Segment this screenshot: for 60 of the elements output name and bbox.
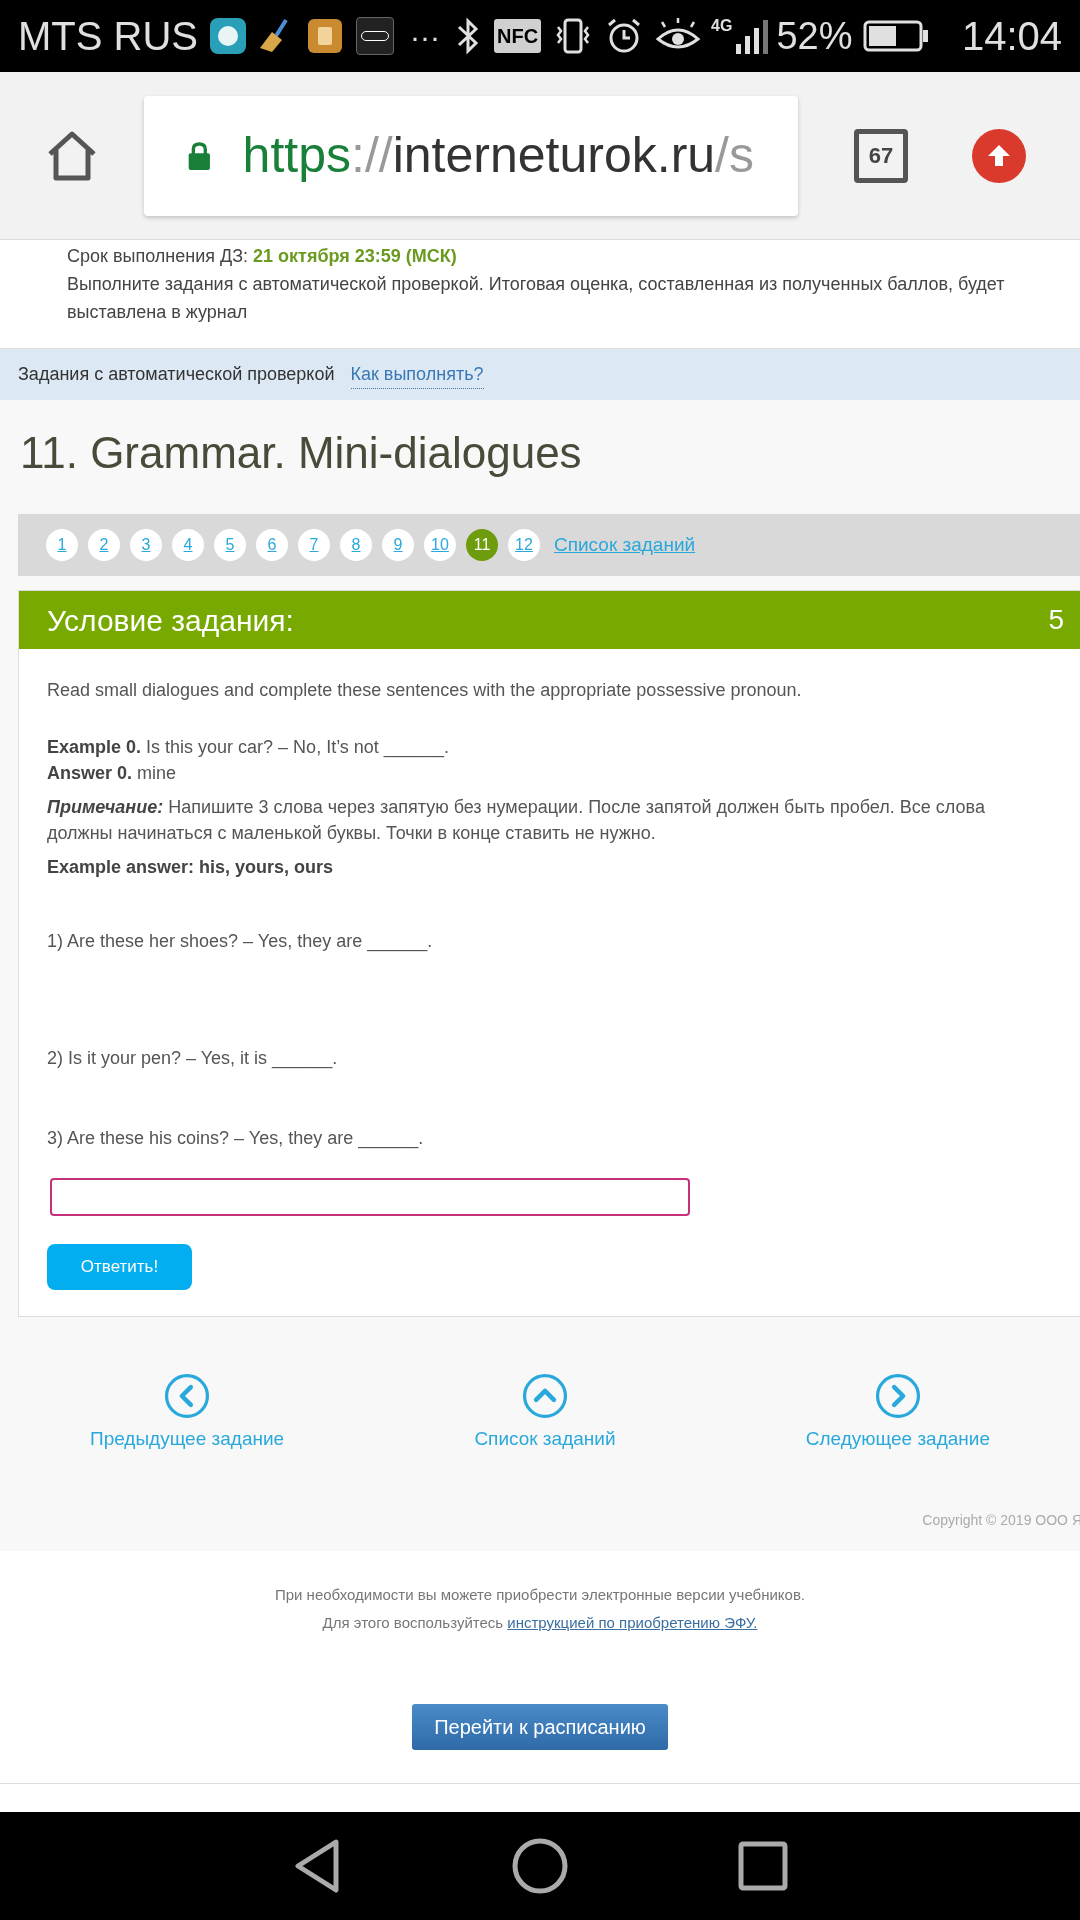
question-text: 3) Are these his coins? – Yes, they are ______. [47,1127,425,1151]
moon-app-icon [210,18,246,54]
home-circle-icon[interactable] [512,1838,568,1894]
footer-text: При необходимости вы можете приобрести электронные версии учебников. [274,1584,806,1605]
task-score: 5 [1048,603,1064,637]
deadline-text: Срок выполнения ДЗ: 21 октября 23:59 (МСК) [67,245,458,268]
page-number[interactable]: 8 [340,529,372,561]
battery-percent: 52% [776,13,853,59]
page-number[interactable]: 7 [298,529,330,561]
how-to-link[interactable]: Как выполнять? [350,360,484,389]
task-text: Example answer: his, yours, ours [47,856,335,879]
recents-icon[interactable] [738,1841,788,1891]
task-title: 11. Grammar. Mini-dialogues [19,427,583,479]
task-text: Answer 0. mine [47,762,178,785]
page-number[interactable]: 4 [172,529,204,561]
nfc-indicator: NFC [494,19,542,53]
chevron-right-circle-icon [874,1373,921,1419]
battery-icon [862,19,929,53]
clock: 14:04 [961,13,1062,60]
page-number[interactable]: 2 [88,529,120,561]
nav-link[interactable]: Список заданий [474,1373,616,1454]
network-type: 4G [711,18,733,34]
url-text: https://interneturok.ru/s [242,126,754,185]
carrier-name: MTS RUS [18,13,198,60]
bluetooth-icon [456,17,480,55]
task-header-title: Условие задания: [47,602,294,639]
app-icon [356,17,394,55]
update-icon[interactable] [972,128,1026,183]
task-text: Read small dialogues and complete these sentences with the appropriate possessive pronoun. [47,679,803,702]
page-number[interactable]: 9 [382,529,414,561]
task-list-link[interactable]: Список заданий [554,530,696,560]
more-notifications: ··· [410,18,440,55]
page-number[interactable]: 3 [130,529,162,561]
submit-button[interactable]: Ответить! [47,1244,192,1290]
section-label: Задания с автоматической проверкой [18,363,335,386]
question-text: 1) Are these her shoes? – Yes, they are ______. [47,930,434,954]
address-bar[interactable]: https://interneturok.ru/s [144,95,798,216]
task-text: Example 0. Is this your car? – No, It’s not ______. [47,736,450,760]
nav-link[interactable]: Следующее задание [805,1373,990,1454]
efu-instructions-link[interactable]: инструкцией по приобретению ЭФУ. [507,1614,758,1631]
schedule-button[interactable]: Перейти к расписанию [412,1703,668,1750]
signal-icon [736,18,769,54]
grading-note: Выполните задания с автоматической проверкой. Итоговая оценка, составленная из полученных баллов, будет выставлена в журнал [67,273,1006,324]
page-number[interactable]: 12 [508,529,540,561]
page-number[interactable]: 5 [214,529,246,561]
task-text: Примечание: Напишите 3 слова через запятую без нумерации. После запятой должен быть пробел. Все слова должны начинаться с маленькой буквы. Точки в конце ставить не нужно. [47,796,986,845]
chevron-left-circle-icon [164,1373,211,1419]
chevron-up-circle-icon [521,1373,568,1419]
page-number[interactable]: 1 [46,529,78,561]
nav-link[interactable]: Предыдущее задание [90,1373,285,1454]
page-number[interactable]: 11 [466,529,498,561]
back-icon[interactable] [292,1838,342,1894]
app-icon [308,19,342,53]
copyright-text: Copyright © 2019 ООО Я [922,1510,1080,1530]
question-text: 2) Is it your pen? – Yes, it is ______. [47,1047,339,1071]
footer-text: Для этого воспользуйтесь инструкцией по приобретению ЭФУ. [322,1613,758,1633]
tabs-counter[interactable]: 67 [854,128,908,183]
page-number[interactable]: 6 [256,529,288,561]
answer-input[interactable] [50,1178,690,1216]
page-number[interactable]: 10 [424,529,456,561]
